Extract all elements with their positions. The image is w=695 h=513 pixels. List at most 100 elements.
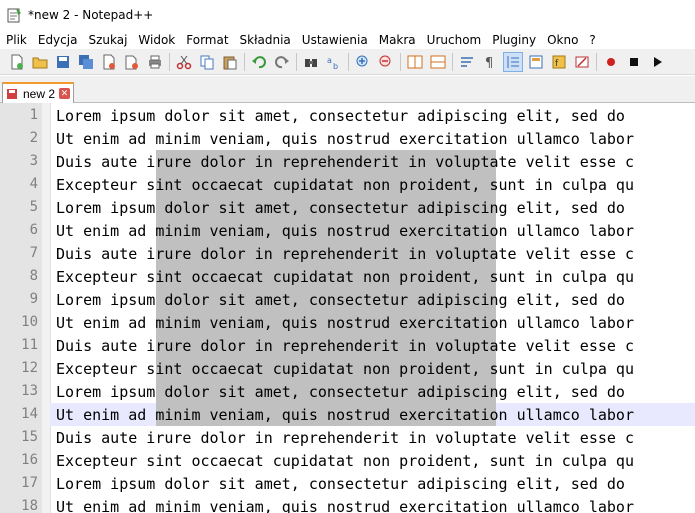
folder-workspace-icon[interactable] — [573, 53, 591, 71]
line-number: 1 — [29, 107, 38, 123]
editor-line[interactable]: 1 Lorem ipsum dolor sit amet, consectetur… — [0, 104, 695, 127]
stop-macro-icon[interactable] — [625, 53, 643, 71]
replace-icon[interactable]: ab — [325, 53, 343, 71]
line-text[interactable]: Ut enim ad minim veniam, quis nostrud ex… — [56, 222, 634, 240]
line-number: 18 — [21, 498, 38, 513]
menu-plik[interactable]: Plik — [0, 33, 32, 47]
undo-icon[interactable] — [250, 53, 268, 71]
menu-uruchom[interactable]: Uruchom — [421, 33, 487, 47]
editor-line[interactable]: 15 Duis aute irure dolor in reprehenderit… — [0, 426, 695, 449]
editor-line[interactable]: 18 Ut enim ad minim veniam, quis nostrud … — [0, 495, 695, 513]
editor-line[interactable]: 2 Ut enim ad minim veniam, quis nostrud e… — [0, 127, 695, 150]
indent-guide-icon[interactable] — [503, 51, 523, 72]
title-bar: *new 2 - Notepad++ — [0, 0, 695, 30]
line-text[interactable]: Excepteur sint occaecat cupidatat non pr… — [56, 360, 634, 378]
save-icon[interactable] — [54, 53, 72, 71]
line-number: 9 — [29, 291, 38, 307]
editor-line[interactable]: 8 Excepteur sint occaecat cupidatat non p… — [0, 265, 695, 288]
editor-line[interactable]: 6 Ut enim ad minim veniam, quis nostrud e… — [0, 219, 695, 242]
toolbar-separator — [169, 52, 170, 71]
tab-bar: new 2 ✕ — [0, 76, 695, 103]
editor-area[interactable]: 1 Lorem ipsum dolor sit amet, consectetur… — [0, 103, 695, 513]
menu-szukaj[interactable]: Szukaj — [82, 33, 132, 47]
line-text[interactable]: Ut enim ad minim veniam, quis nostrud ex… — [56, 498, 634, 513]
unsaved-file-icon — [6, 88, 18, 100]
paste-icon[interactable] — [221, 53, 239, 71]
notepad-app-icon — [6, 7, 22, 23]
line-text[interactable]: Lorem ipsum dolor sit amet, consectetur … — [56, 475, 625, 493]
sync-horizontal-icon[interactable] — [429, 53, 447, 71]
close-all-icon[interactable] — [123, 53, 141, 71]
line-text[interactable]: Duis aute irure dolor in reprehenderit i… — [56, 337, 634, 355]
editor-line[interactable]: 11 Duis aute irure dolor in reprehenderit… — [0, 334, 695, 357]
zoom-out-icon[interactable] — [377, 53, 395, 71]
menu-pluginy[interactable]: Pluginy — [486, 33, 541, 47]
line-text[interactable]: Duis aute irure dolor in reprehenderit i… — [56, 429, 634, 447]
close-file-icon[interactable] — [100, 53, 118, 71]
editor-line[interactable]: 10 Ut enim ad minim veniam, quis nostrud … — [0, 311, 695, 334]
record-macro-icon[interactable] — [602, 53, 620, 71]
line-text[interactable]: Lorem ipsum dolor sit amet, consectetur … — [56, 199, 625, 217]
editor-line[interactable]: 5 Lorem ipsum dolor sit amet, consectetur… — [0, 196, 695, 219]
word-wrap-icon[interactable] — [458, 53, 476, 71]
line-text[interactable]: Lorem ipsum dolor sit amet, consectetur … — [56, 107, 625, 125]
find-icon[interactable] — [302, 53, 320, 71]
line-number: 8 — [29, 268, 38, 284]
editor-line[interactable]: 17 Lorem ipsum dolor sit amet, consectetu… — [0, 472, 695, 495]
line-text[interactable]: Excepteur sint occaecat cupidatat non pr… — [56, 176, 634, 194]
tab-new-2[interactable]: new 2 ✕ — [2, 82, 74, 103]
line-text[interactable]: Excepteur sint occaecat cupidatat non pr… — [56, 268, 634, 286]
menu-makra[interactable]: Makra — [373, 33, 421, 47]
function-list-icon[interactable]: f — [550, 53, 568, 71]
new-file-icon[interactable] — [8, 53, 26, 71]
line-number: 12 — [21, 360, 38, 376]
line-number: 10 — [21, 314, 38, 330]
copy-icon[interactable] — [198, 53, 216, 71]
line-text[interactable]: Ut enim ad minim veniam, quis nostrud ex… — [56, 314, 634, 332]
window-title: *new 2 - Notepad++ — [28, 8, 154, 22]
line-number: 14 — [21, 406, 38, 422]
svg-text:b: b — [333, 62, 338, 70]
line-text[interactable]: Excepteur sint occaecat cupidatat non pr… — [56, 452, 634, 470]
cut-icon[interactable] — [175, 53, 193, 71]
save-all-icon[interactable] — [77, 53, 95, 71]
sync-vertical-icon[interactable] — [406, 53, 424, 71]
editor-line-current[interactable]: 14 Ut enim ad minim veniam, quis nostrud … — [0, 403, 695, 426]
document-map-icon[interactable] — [527, 53, 545, 71]
editor-line[interactable]: 13 Lorem ipsum dolor sit amet, consectetu… — [0, 380, 695, 403]
editor-line[interactable]: 4 Excepteur sint occaecat cupidatat non p… — [0, 173, 695, 196]
menu-help[interactable]: ? — [583, 33, 600, 47]
redo-icon[interactable] — [273, 53, 291, 71]
line-number: 7 — [29, 245, 38, 261]
editor-line[interactable]: 12 Excepteur sint occaecat cupidatat non … — [0, 357, 695, 380]
toolbar-separator — [244, 52, 245, 71]
toolbar-separator — [400, 52, 401, 71]
line-text[interactable]: Lorem ipsum dolor sit amet, consectetur … — [56, 291, 625, 309]
menu-skladnia[interactable]: Składnia — [234, 33, 296, 47]
close-icon[interactable]: ✕ — [59, 88, 70, 99]
line-text[interactable]: Duis aute irure dolor in reprehenderit i… — [56, 245, 634, 263]
toolbar-separator — [348, 52, 349, 71]
line-text[interactable]: Lorem ipsum dolor sit amet, consectetur … — [56, 383, 625, 401]
editor-line[interactable]: 3 Duis aute irure dolor in reprehenderit … — [0, 150, 695, 173]
menu-widok[interactable]: Widok — [132, 33, 180, 47]
zoom-in-icon[interactable] — [354, 53, 372, 71]
line-text[interactable]: Ut enim ad minim veniam, quis nostrud ex… — [56, 406, 634, 424]
editor-line[interactable]: 9 Lorem ipsum dolor sit amet, consectetur… — [0, 288, 695, 311]
editor-line[interactable]: 7 Duis aute irure dolor in reprehenderit … — [0, 242, 695, 265]
play-macro-icon[interactable] — [648, 53, 666, 71]
menu-format[interactable]: Format — [180, 33, 233, 47]
open-folder-icon[interactable] — [31, 53, 49, 71]
menu-ustawienia[interactable]: Ustawienia — [296, 33, 373, 47]
toolbar-separator — [596, 52, 597, 71]
line-text[interactable]: Duis aute irure dolor in reprehenderit i… — [56, 153, 634, 171]
menu-edycja[interactable]: Edycja — [32, 33, 83, 47]
editor-line[interactable]: 16 Excepteur sint occaecat cupidatat non … — [0, 449, 695, 472]
menu-okno[interactable]: Okno — [541, 33, 583, 47]
toolbar-separator — [296, 52, 297, 71]
toolbar: ab ¶ f — [0, 49, 695, 75]
line-text[interactable]: Ut enim ad minim veniam, quis nostrud ex… — [56, 130, 634, 148]
show-all-chars-icon[interactable]: ¶ — [481, 53, 499, 71]
print-icon[interactable] — [146, 53, 164, 71]
line-number: 4 — [29, 176, 38, 192]
